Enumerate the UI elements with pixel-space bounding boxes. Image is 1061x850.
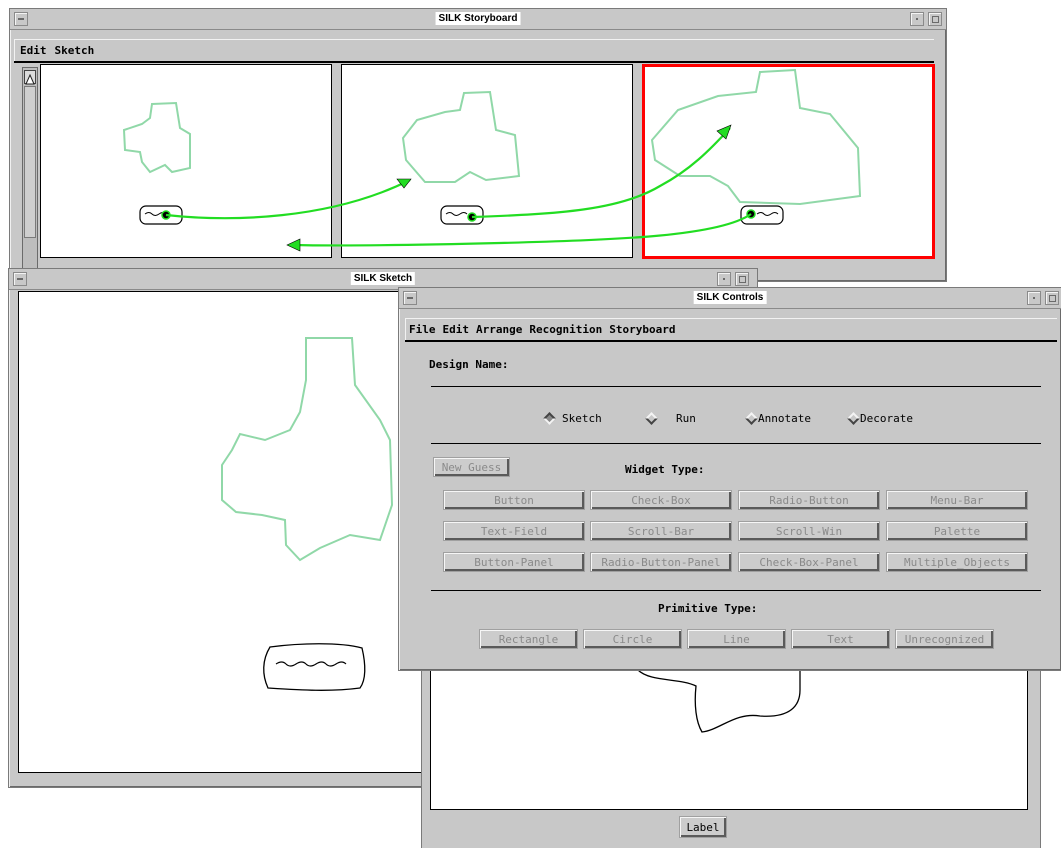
radio-diamond-icon [543,412,556,425]
widget-scroll-bar[interactable]: Scroll-Bar [590,521,732,541]
new-guess-button[interactable]: New Guess [433,457,510,477]
controls-menubar: File Edit Arrange Recognition Storyboard [405,318,1057,342]
divider [431,386,1041,387]
mode-annotate-label: Annotate [758,412,811,425]
sketch-title: SILK Sketch [350,272,416,285]
storyboard-frame-1[interactable] [40,64,332,258]
storyboard-scrollbar[interactable] [22,67,38,269]
widget-scroll-win[interactable]: Scroll-Win [738,521,880,541]
menu-arrange[interactable]: Arrange [476,318,522,336]
menu-storyboard[interactable]: Storyboard [609,318,675,336]
minimize-icon[interactable] [910,12,924,26]
primitive-text[interactable]: Text [791,629,890,649]
divider [431,590,1041,591]
window-menu-icon[interactable] [13,272,27,286]
primitive-line[interactable]: Line [687,629,786,649]
widget-menu-bar[interactable]: Menu-Bar [886,490,1028,510]
primitive-type-label: Primitive Type: [658,602,758,615]
maximize-icon[interactable] [735,272,749,286]
mode-decorate-radio[interactable]: Decorate [847,412,913,425]
menu-recognition[interactable]: Recognition [529,318,602,336]
primitive-circle[interactable]: Circle [583,629,682,649]
mode-annotate-radio[interactable]: Annotate [745,412,811,425]
mode-sketch-radio[interactable]: Sketch [543,412,602,425]
controls-titlebar[interactable]: SILK Controls [399,288,1061,309]
maximize-icon[interactable] [928,12,942,26]
storyboard-title: SILK Storyboard [435,12,521,25]
divider [431,443,1041,444]
widget-check-box[interactable]: Check-Box [590,490,732,510]
radio-diamond-icon [847,412,860,425]
storyboard-frame-2[interactable] [341,64,633,258]
menu-sketch[interactable]: Sketch [55,39,95,57]
widget-multiple-objects[interactable]: Multiple_Objects [886,552,1028,572]
minimize-icon[interactable] [1027,291,1041,305]
storyboard-frame-3-selected[interactable] [642,64,935,259]
radio-diamond-icon [745,412,758,425]
widget-type-label: Widget Type: [625,463,705,476]
primitive-unrecognized[interactable]: Unrecognized [895,629,994,649]
window-menu-icon[interactable] [14,12,28,26]
window-menu-icon[interactable] [403,291,417,305]
mode-decorate-label: Decorate [860,412,913,425]
storyboard-menubar: Edit Sketch [14,39,934,63]
widget-text-field[interactable]: Text-Field [443,521,585,541]
widget-radio-button-panel[interactable]: Radio-Button-Panel [590,552,732,572]
mode-run-label: Run [676,412,696,425]
menu-edit[interactable]: Edit [443,318,470,336]
design-name-label: Design Name: [429,358,509,371]
widget-palette[interactable]: Palette [886,521,1028,541]
menu-edit[interactable]: Edit [20,39,47,57]
primitive-rectangle[interactable]: Rectangle [479,629,578,649]
widget-button[interactable]: Button [443,490,585,510]
widget-radio-button[interactable]: Radio-Button [738,490,880,510]
minimize-icon[interactable] [717,272,731,286]
widget-check-box-panel[interactable]: Check-Box-Panel [738,552,880,572]
mode-run-radio[interactable]: Run [645,412,696,425]
controls-title: SILK Controls [693,291,767,304]
storyboard-titlebar[interactable]: SILK Storyboard [10,9,946,30]
controls-window: SILK Controls File Edit Arrange Recognition… [398,287,1061,671]
up-arrow-icon[interactable] [24,70,36,85]
menu-file[interactable]: File [409,318,436,336]
scroll-thumb[interactable] [24,86,36,238]
mode-sketch-label: Sketch [562,412,602,425]
radio-diamond-icon [645,412,658,425]
maximize-icon[interactable] [1045,291,1059,305]
label-button[interactable]: Label [679,816,727,838]
widget-button-panel[interactable]: Button-Panel [443,552,585,572]
